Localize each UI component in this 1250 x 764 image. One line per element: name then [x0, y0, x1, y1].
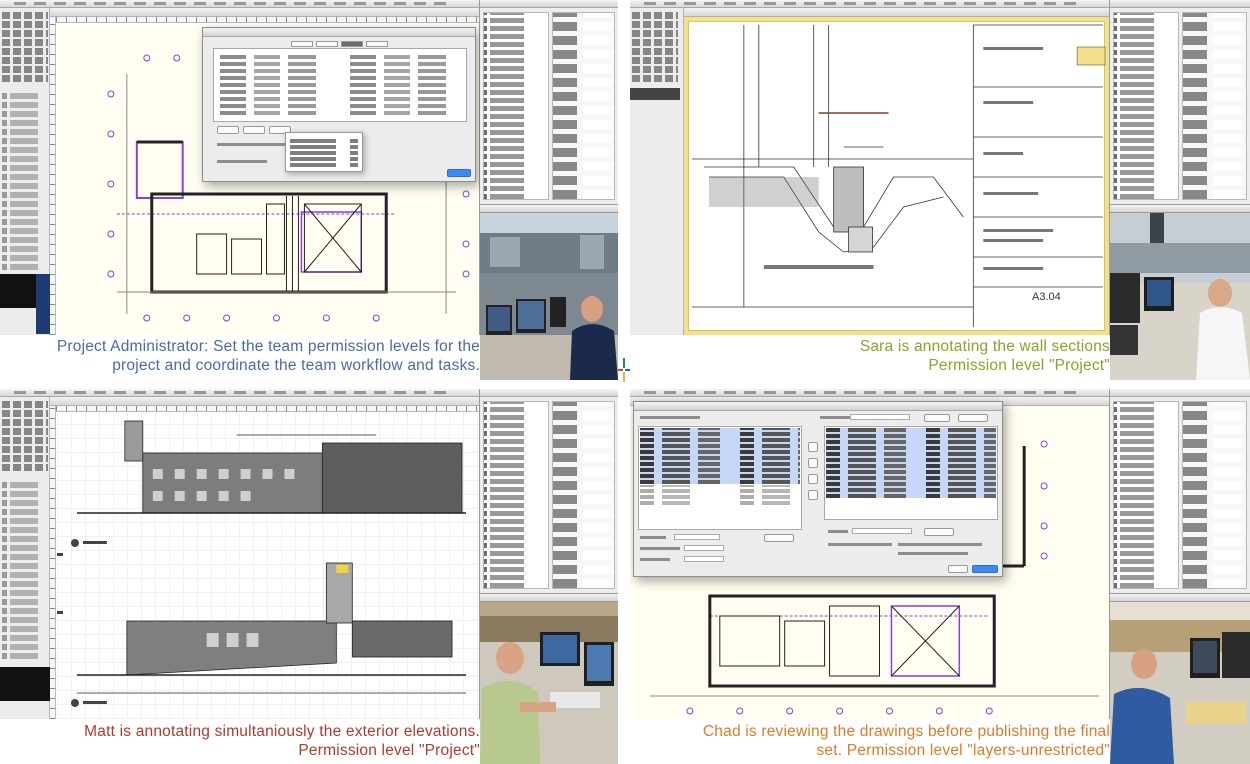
remove-all-button[interactable] [808, 490, 818, 500]
add-all-button[interactable] [808, 458, 818, 468]
tool-list[interactable] [2, 479, 48, 659]
caption-matt: Matt is annotating simultaniously the ex… [0, 722, 480, 760]
caption-line: Permission level "Project" [928, 357, 1110, 374]
dialog-tabs[interactable] [203, 41, 475, 47]
saved-sets-popup[interactable] [850, 414, 910, 420]
caption-line: project and coordinate the team workflow… [112, 357, 480, 374]
tool-icons[interactable] [2, 401, 48, 471]
drawing-canvas[interactable] [57, 413, 479, 719]
tool-palette[interactable] [0, 8, 50, 335]
remove-button[interactable] [808, 474, 818, 484]
panel-chad: Chad is reviewing the drawings before pu… [630, 389, 1250, 764]
panel-sara: A3.04 Sara is annotating the wall sectio… [630, 0, 1250, 380]
tool-icons[interactable] [2, 12, 48, 82]
crosshair-top [623, 358, 625, 368]
crosshair-bottom [623, 372, 625, 382]
vectorworks-window: A3.04 [630, 0, 1110, 335]
ruler-vertical [50, 406, 56, 719]
drawing-canvas[interactable]: A3.04 [684, 17, 1109, 335]
object-info-palette[interactable] [480, 0, 618, 205]
caption-line: Matt is annotating simultaniously the ex… [84, 723, 480, 740]
caption-line: Sara is annotating the wall sections [859, 338, 1110, 355]
caption-line: set. Permission level "layers-unrestrict… [816, 742, 1110, 759]
caption-project-administrator: Project Administrator: Set the team perm… [0, 337, 480, 375]
user-list[interactable] [213, 48, 467, 122]
crosshair-logo [618, 358, 630, 382]
menu-bar[interactable] [630, 0, 1109, 8]
photo-matt [480, 594, 618, 764]
publish-dialog[interactable] [633, 401, 1003, 577]
object-info-palette[interactable] [480, 389, 618, 594]
add-user-button[interactable] [217, 126, 239, 134]
vectorworks-window [630, 389, 1110, 719]
photo-administrator [480, 205, 618, 380]
ok-button[interactable] [447, 169, 471, 177]
panel-matt: Matt is annotating simultaniously the ex… [0, 389, 618, 764]
crosshair-right [625, 369, 630, 371]
ruler-horizontal [56, 17, 479, 23]
caption-line: Project Administrator: Set the team perm… [56, 338, 480, 355]
sheets-to-publish-list[interactable] [824, 426, 998, 520]
file-name-field[interactable] [674, 534, 720, 540]
object-info-palette[interactable] [1110, 0, 1250, 205]
publish-button[interactable] [972, 565, 998, 573]
document-titlebar [50, 8, 479, 17]
caption-line: Permission level "Project" [298, 742, 480, 759]
permission-level-menu[interactable] [285, 132, 363, 172]
folder-field[interactable] [684, 545, 724, 551]
tool-icons[interactable] [632, 12, 678, 82]
object-info-palette[interactable] [1110, 389, 1250, 594]
document-titlebar [684, 8, 1109, 17]
photo-sara [1110, 205, 1250, 380]
ruler-vertical [50, 17, 56, 335]
tool-palette[interactable] [630, 8, 684, 335]
vectorworks-window [0, 0, 480, 335]
photo-chad [1110, 594, 1250, 764]
tool-palette[interactable] [0, 397, 50, 719]
caption-sara: Sara is annotating the wall sections Per… [630, 337, 1110, 375]
vectorworks-window [0, 389, 480, 719]
crosshair-left [618, 369, 623, 371]
team-permissions-dialog[interactable] [202, 27, 476, 182]
options-button[interactable] [924, 528, 954, 536]
number-field[interactable] [852, 528, 912, 534]
exclude-button[interactable] [764, 534, 794, 542]
menu-bar[interactable] [630, 389, 1109, 397]
panel-project-administrator: Project Administrator: Set the team perm… [0, 0, 618, 380]
ruler-horizontal [56, 406, 479, 412]
caption-line: Chad is reviewing the drawings before pu… [702, 723, 1110, 740]
profile-field[interactable] [684, 556, 724, 562]
menu-bar[interactable] [0, 0, 479, 8]
tool-list[interactable] [2, 90, 48, 270]
wall-section-drawing [691, 24, 1106, 327]
caption-chad: Chad is reviewing the drawings before pu… [630, 722, 1110, 760]
manage-sets-button[interactable] [958, 414, 988, 422]
sheet-number: A3.04 [1032, 291, 1061, 303]
save-set-button[interactable] [924, 414, 950, 422]
document-titlebar [50, 397, 479, 406]
available-sheets-list[interactable] [638, 426, 802, 530]
add-to-publish-button[interactable] [808, 442, 818, 452]
cancel-button[interactable] [948, 565, 968, 573]
exterior-elevations-drawing [57, 420, 467, 707]
edit-user-button[interactable] [243, 126, 265, 134]
menu-bar[interactable] [0, 389, 479, 397]
